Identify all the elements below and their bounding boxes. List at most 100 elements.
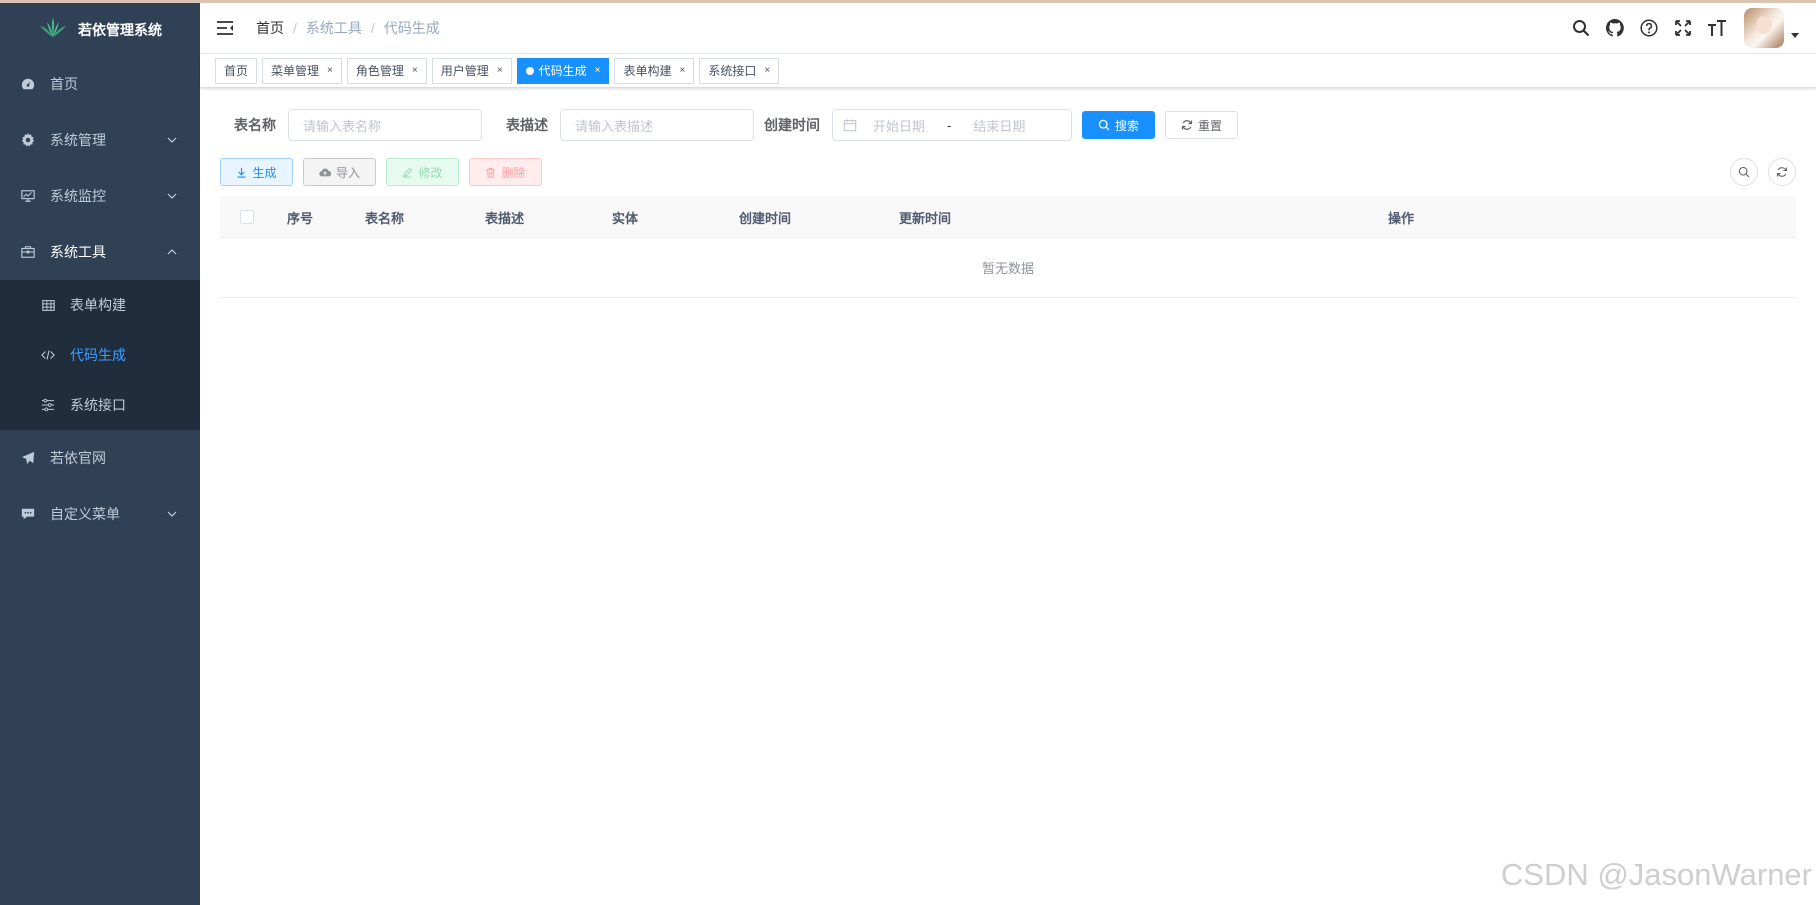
search-button[interactable]: 搜索 bbox=[1082, 111, 1155, 139]
sidebar-item-label: 若依官网 bbox=[50, 450, 106, 466]
table-name-input[interactable]: 请输入表名称 bbox=[288, 109, 482, 141]
tag-form-builder[interactable]: 表单构建 × bbox=[614, 57, 695, 84]
sidebar-item-system-tools[interactable]: 系统工具 bbox=[0, 224, 200, 280]
tags-view: 首页 菜单管理 × 角色管理 × 用户管理 × 代码生成 × 表单构建 × 系统接口 × bbox=[200, 54, 1816, 88]
logo-icon bbox=[38, 17, 68, 42]
main-content: 表名称 请输入表名称 表描述 请输入表描述 创建时间 开始日期 - 结束日期 搜… bbox=[200, 88, 1816, 905]
search-icon[interactable] bbox=[1570, 17, 1592, 39]
tag-label: 用户管理 bbox=[440, 63, 489, 78]
breadcrumb-system-tools: 系统工具 bbox=[305, 20, 362, 36]
close-icon[interactable]: × bbox=[327, 59, 333, 83]
send-icon bbox=[20, 450, 36, 466]
table-desc-label: 表描述 bbox=[506, 117, 548, 133]
generate-button[interactable]: 生成 bbox=[220, 158, 293, 186]
sidebar-item-ruoyi-site[interactable]: 若依官网 bbox=[0, 430, 200, 486]
gear-icon bbox=[20, 132, 36, 148]
table-grid-icon bbox=[40, 297, 56, 313]
download-icon bbox=[237, 167, 247, 178]
calendar-icon bbox=[843, 119, 857, 132]
sidebar-item-custom-menu[interactable]: 自定义菜单 bbox=[0, 486, 200, 542]
help-icon[interactable] bbox=[1638, 17, 1660, 39]
tag-user-management[interactable]: 用户管理 × bbox=[431, 57, 512, 84]
sidebar-item-label: 自定义菜单 bbox=[50, 506, 120, 522]
button-label: 删除 bbox=[501, 165, 526, 180]
search-icon bbox=[1738, 166, 1750, 178]
chevron-up-icon bbox=[167, 249, 177, 255]
breadcrumb-separator: / bbox=[370, 20, 375, 36]
sidebar-item-code-gen[interactable]: 代码生成 bbox=[0, 330, 200, 380]
table-name-label: 表名称 bbox=[234, 117, 276, 133]
search-form: 表名称 请输入表名称 表描述 请输入表描述 创建时间 开始日期 - 结束日期 搜… bbox=[220, 108, 1796, 142]
delete-button[interactable]: 删除 bbox=[469, 158, 542, 186]
search-icon bbox=[1098, 119, 1110, 131]
sidebar-item-system-api[interactable]: 系统接口 bbox=[0, 380, 200, 430]
start-date-input[interactable]: 开始日期 bbox=[873, 116, 925, 135]
breadcrumb-separator: / bbox=[293, 20, 297, 36]
button-label: 重置 bbox=[1198, 118, 1223, 133]
hamburger-icon[interactable] bbox=[216, 18, 236, 38]
tag-code-gen[interactable]: 代码生成 × bbox=[516, 57, 610, 84]
navbar: 首页 / 系统工具 / 代码生成 bbox=[200, 3, 1816, 54]
github-icon[interactable] bbox=[1604, 17, 1626, 39]
sidebar-item-system-monitor[interactable]: 系统监控 bbox=[0, 168, 200, 224]
tag-label: 代码生成 bbox=[538, 63, 587, 78]
sidebar-item-system-management[interactable]: 系统管理 bbox=[0, 112, 200, 168]
column-header-index: 序号 bbox=[287, 210, 314, 226]
sidebar-item-form-builder[interactable]: 表单构建 bbox=[0, 280, 200, 330]
create-time-label: 创建时间 bbox=[764, 117, 820, 133]
submenu-system-tools: 表单构建 代码生成 系统接口 bbox=[0, 280, 200, 430]
action-toolbar: 生成 导入 修改 删除 bbox=[220, 158, 1796, 186]
tag-menu-management[interactable]: 菜单管理 × bbox=[262, 57, 342, 84]
select-all-checkbox[interactable] bbox=[240, 196, 254, 238]
end-date-input[interactable]: 结束日期 bbox=[973, 116, 1025, 135]
column-header-actions: 操作 bbox=[1388, 210, 1415, 226]
logo[interactable]: 若依管理系统 bbox=[0, 0, 200, 56]
table-desc-input[interactable]: 请输入表描述 bbox=[560, 109, 754, 141]
refresh-icon bbox=[1181, 120, 1193, 130]
close-icon[interactable]: × bbox=[679, 59, 685, 83]
edit-button[interactable]: 修改 bbox=[386, 158, 459, 186]
close-icon[interactable]: × bbox=[497, 59, 503, 83]
breadcrumb-current: 代码生成 bbox=[383, 20, 440, 36]
fullscreen-icon[interactable] bbox=[1672, 17, 1694, 39]
chevron-down-icon bbox=[167, 193, 177, 199]
sidebar-item-label: 系统工具 bbox=[50, 244, 106, 260]
column-header-create-time: 创建时间 bbox=[739, 210, 792, 226]
chevron-down-icon bbox=[167, 137, 177, 143]
sidebar-item-home[interactable]: 首页 bbox=[0, 56, 200, 112]
date-range-picker[interactable]: 开始日期 - 结束日期 bbox=[832, 109, 1072, 141]
close-icon[interactable]: × bbox=[412, 59, 418, 83]
refresh-icon bbox=[1776, 167, 1788, 177]
column-header-update-time: 更新时间 bbox=[899, 210, 952, 226]
refresh-button[interactable] bbox=[1768, 158, 1796, 186]
right-menu bbox=[1564, 3, 1816, 53]
code-icon bbox=[40, 347, 56, 363]
import-button[interactable]: 导入 bbox=[303, 158, 376, 186]
reset-button[interactable]: 重置 bbox=[1165, 111, 1238, 139]
button-label: 修改 bbox=[418, 165, 443, 180]
tag-label: 菜单管理 bbox=[271, 63, 320, 78]
breadcrumb-home[interactable]: 首页 bbox=[256, 18, 284, 38]
sidebar-item-label: 表单构建 bbox=[70, 297, 126, 313]
tag-label: 角色管理 bbox=[355, 63, 404, 78]
tag-system-api[interactable]: 系统接口 × bbox=[699, 57, 780, 84]
column-header-table-name: 表名称 bbox=[365, 210, 405, 226]
sidebar-item-label: 系统接口 bbox=[70, 397, 126, 413]
top-accent-line bbox=[0, 0, 1816, 3]
checkbox[interactable] bbox=[240, 210, 254, 224]
close-icon[interactable]: × bbox=[764, 59, 770, 83]
column-header-entity: 实体 bbox=[612, 210, 639, 226]
table-header: 序号 表名称 表描述 实体 创建时间 更新时间 操作 bbox=[220, 196, 1796, 238]
sidebar: 若依管理系统 首页 系统管理 系统监控 系统工具 表单构建 代码生成 系统接口 … bbox=[0, 0, 200, 905]
toggle-search-button[interactable] bbox=[1730, 158, 1758, 186]
caret-down-icon[interactable] bbox=[1790, 30, 1800, 40]
tag-role-management[interactable]: 角色管理 × bbox=[346, 57, 427, 84]
chat-icon bbox=[20, 506, 36, 522]
tag-home[interactable]: 首页 bbox=[215, 57, 258, 84]
input-placeholder: 请输入表名称 bbox=[303, 118, 382, 134]
avatar[interactable] bbox=[1744, 8, 1784, 48]
watermark: CSDN @JasonWarner bbox=[1500, 857, 1812, 892]
close-icon[interactable]: × bbox=[595, 59, 601, 83]
font-size-icon[interactable] bbox=[1706, 17, 1728, 39]
table-tools bbox=[1730, 158, 1796, 186]
